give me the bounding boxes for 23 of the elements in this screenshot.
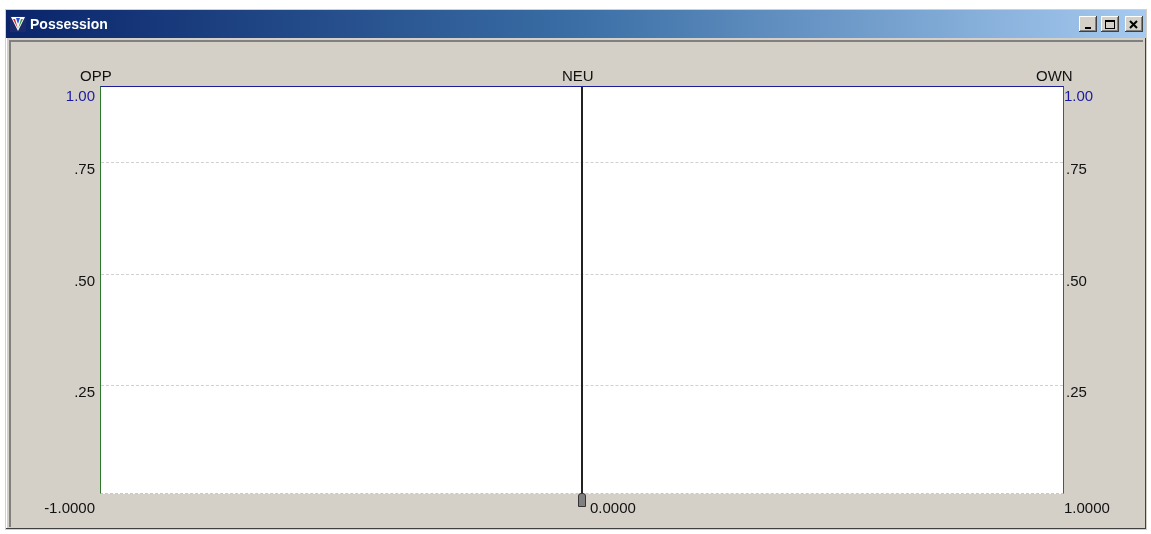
y-axis-label: 1.00 [1064, 88, 1094, 103]
maximize-icon [1104, 18, 1116, 30]
close-button[interactable] [1125, 16, 1143, 32]
y-axis-label: .50 [74, 272, 95, 288]
zone-label: OWN [1036, 68, 1073, 83]
y-axis-label: .75 [1066, 161, 1087, 176]
y-axis-label: .25 [1066, 384, 1087, 399]
zone-label: NEU [562, 68, 594, 83]
y-axis-label: 1.00 [65, 88, 95, 103]
x-axis-label: -1.0000 [44, 500, 95, 515]
minimize-button[interactable] [1079, 16, 1097, 32]
y-axis-label: .75 [74, 161, 95, 176]
window-title: Possession [30, 14, 109, 34]
y-axis-label: .25 [74, 384, 95, 399]
slider-thumb[interactable] [578, 493, 586, 507]
maximize-button[interactable] [1101, 16, 1119, 32]
x-axis-label: 0.0000 [590, 500, 636, 515]
zone-label: OPP [80, 68, 112, 83]
y-axis-label: .50 [1066, 272, 1087, 288]
app-icon [10, 16, 26, 32]
x-axis-label: 1.0000 [1064, 500, 1110, 515]
close-icon [1128, 18, 1140, 30]
minimize-icon [1085, 26, 1091, 29]
